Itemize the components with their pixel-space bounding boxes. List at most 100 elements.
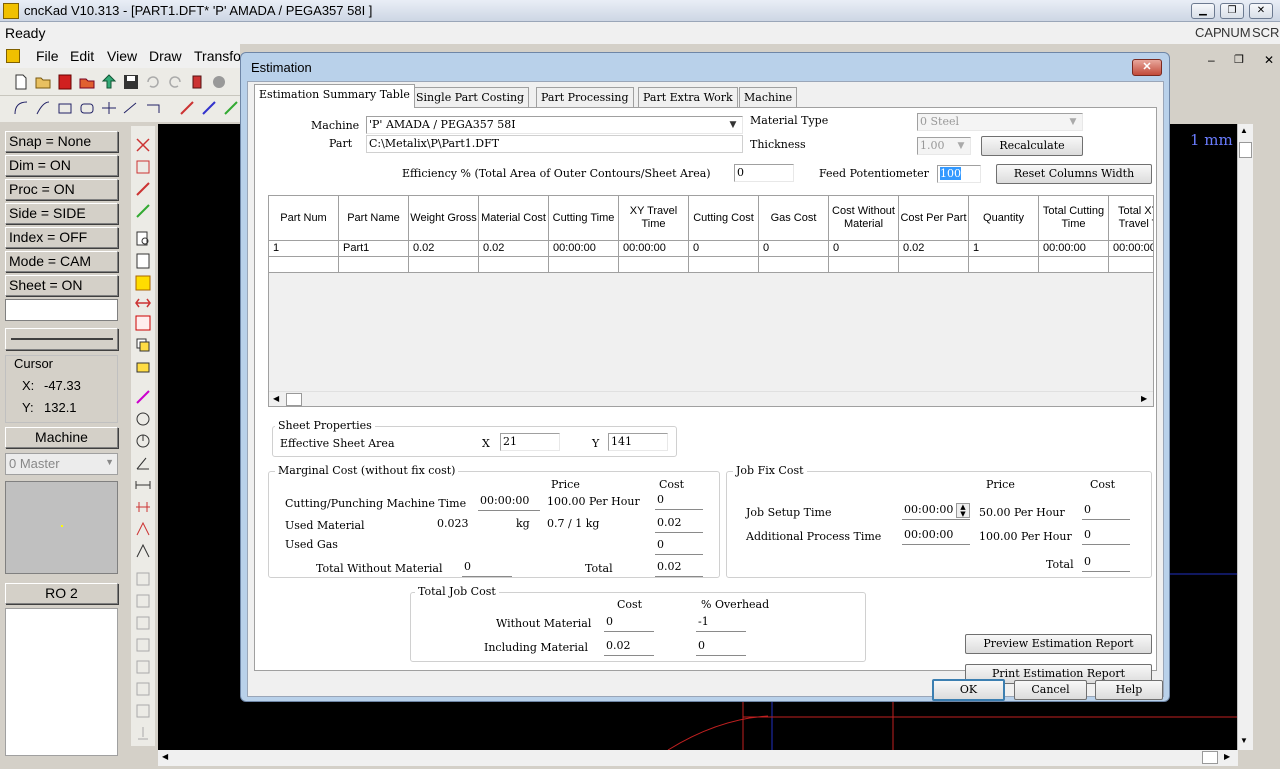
reset-columns-button[interactable]: Reset Columns Width: [996, 164, 1152, 184]
zoom-page-icon[interactable]: [134, 230, 152, 248]
snap-button[interactable]: Snap = None: [5, 131, 118, 152]
grid3-icon[interactable]: [134, 614, 152, 632]
tool-icon[interactable]: [134, 180, 152, 198]
grid-empty-cell[interactable]: [969, 257, 1039, 273]
report-icon[interactable]: [134, 252, 152, 270]
grid-cell[interactable]: 0: [829, 241, 899, 257]
sheet-y-input[interactable]: 141: [608, 433, 668, 451]
rotate2-icon[interactable]: [134, 432, 152, 450]
master-select[interactable]: 0 Master ▼: [5, 453, 118, 475]
grid5-icon[interactable]: [134, 658, 152, 676]
restore-icon[interactable]: ❐: [1220, 3, 1244, 19]
help-button[interactable]: Help: [1095, 680, 1163, 700]
mdi-close-icon[interactable]: ✕: [1264, 53, 1274, 67]
cancel-button[interactable]: Cancel: [1014, 680, 1087, 700]
rotate-icon[interactable]: [134, 410, 152, 428]
feed-input[interactable]: 100: [937, 165, 981, 183]
grid-cell[interactable]: 1: [969, 241, 1039, 257]
arc-icon[interactable]: [12, 99, 30, 117]
grid2-icon[interactable]: [134, 592, 152, 610]
additional-process-time-input[interactable]: 00:00:00: [902, 527, 970, 545]
grid-column-header[interactable]: Cutting Cost: [689, 196, 759, 241]
scroll-thumb[interactable]: [1239, 142, 1252, 158]
command-input[interactable]: [5, 299, 118, 321]
strip-icon[interactable]: [134, 274, 152, 292]
grid-empty-cell[interactable]: [759, 257, 829, 273]
dim-v-icon[interactable]: [134, 498, 152, 516]
grid-empty-cell[interactable]: [689, 257, 759, 273]
menu-transform[interactable]: Transfo: [194, 48, 240, 64]
tab-part-processing[interactable]: Part Processing: [536, 87, 634, 107]
doc-icon[interactable]: [6, 49, 20, 63]
help-icon[interactable]: [134, 680, 152, 698]
grid-hscroll[interactable]: ◀ ▶: [269, 391, 1153, 406]
machine-select[interactable]: 'P' AMADA / PEGA357 58I ▼: [366, 116, 743, 134]
grid-column-header[interactable]: Cost Without Material: [829, 196, 899, 241]
punch-icon[interactable]: [134, 158, 152, 176]
scroll-right-icon[interactable]: ▶: [1141, 394, 1147, 403]
scroll-up-icon[interactable]: ▲: [1240, 126, 1248, 135]
close-window-icon[interactable]: ✕: [1249, 3, 1273, 19]
tab-machine[interactable]: Machine: [739, 87, 798, 107]
including-material-overhead[interactable]: 0: [696, 638, 746, 656]
grid-column-header[interactable]: Gas Cost: [759, 196, 829, 241]
dim-angle-icon[interactable]: [134, 520, 152, 538]
hscroll-thumb[interactable]: [1202, 751, 1218, 764]
cutting-time-input[interactable]: 00:00:00: [478, 493, 540, 511]
grid-empty-cell[interactable]: [899, 257, 969, 273]
scroll-right-icon[interactable]: ▶: [1224, 752, 1230, 761]
grid-empty-cell[interactable]: [1039, 257, 1109, 273]
mdi-restore-icon[interactable]: ❐: [1234, 53, 1244, 66]
tab-single-part-costing[interactable]: Single Part Costing: [411, 87, 530, 107]
grid-column-header[interactable]: XY Travel Time: [619, 196, 689, 241]
grid-column-header[interactable]: Material Cost: [479, 196, 549, 241]
grid4-icon[interactable]: [134, 636, 152, 654]
grid-cell[interactable]: 1: [269, 241, 339, 257]
import-icon[interactable]: [100, 73, 118, 91]
grid-cell[interactable]: 00:00:00: [1039, 241, 1109, 257]
dim-button[interactable]: Dim = ON: [5, 155, 118, 176]
dialog-close-icon[interactable]: ✕: [1132, 59, 1162, 76]
efficiency-input[interactable]: 0: [734, 164, 794, 182]
hand-icon[interactable]: [210, 73, 228, 91]
break3-icon[interactable]: [222, 99, 240, 117]
grid-empty-cell[interactable]: [829, 257, 899, 273]
tab-estimation-summary[interactable]: Estimation Summary Table: [254, 84, 415, 108]
ro-button[interactable]: RO 2: [5, 583, 118, 604]
layer-icon[interactable]: [134, 358, 152, 376]
proc-button[interactable]: Proc = ON: [5, 179, 118, 200]
spin-updown-icon[interactable]: ▲ ▼: [956, 503, 970, 518]
menu-edit[interactable]: Edit: [70, 48, 94, 64]
grid-icon[interactable]: [134, 570, 152, 588]
tab-part-extra-work[interactable]: Part Extra Work: [638, 87, 738, 107]
transfer-icon[interactable]: [134, 294, 152, 312]
line-style-button[interactable]: [5, 328, 118, 350]
grid-cell[interactable]: 0: [689, 241, 759, 257]
nc-icon[interactable]: [134, 314, 152, 332]
grid-cell[interactable]: 00:00:00: [619, 241, 689, 257]
machine-button[interactable]: Machine: [5, 427, 118, 448]
sheet-x-input[interactable]: 21: [500, 433, 560, 451]
ok-button[interactable]: OK: [932, 679, 1005, 701]
grid-empty-cell[interactable]: [549, 257, 619, 273]
index-button[interactable]: Index = OFF: [5, 227, 118, 248]
trim-icon[interactable]: [100, 99, 118, 117]
vertical-scrollbar[interactable]: ▲ ▼: [1237, 124, 1253, 750]
open-folder-icon[interactable]: [34, 73, 52, 91]
grid-empty-cell[interactable]: [1109, 257, 1153, 273]
grid-column-header[interactable]: Quantity: [969, 196, 1039, 241]
slot-icon[interactable]: [78, 99, 96, 117]
nc-file-icon[interactable]: [56, 73, 74, 91]
save-icon[interactable]: [122, 73, 140, 91]
grid-empty-cell[interactable]: [269, 257, 339, 273]
tool2-icon[interactable]: [134, 202, 152, 220]
grid-cell[interactable]: 00:00:00: [549, 241, 619, 257]
grid-column-header[interactable]: Part Name: [339, 196, 409, 241]
thickness-select[interactable]: 1.00 ▼: [917, 137, 971, 155]
side-button[interactable]: Side = SIDE: [5, 203, 118, 224]
arc2-icon[interactable]: [34, 99, 52, 117]
material-type-select[interactable]: 0 Steel ▼: [917, 113, 1083, 131]
undo-icon[interactable]: [144, 73, 162, 91]
new-file-icon[interactable]: [12, 73, 30, 91]
sheet-button[interactable]: Sheet = ON: [5, 275, 118, 296]
